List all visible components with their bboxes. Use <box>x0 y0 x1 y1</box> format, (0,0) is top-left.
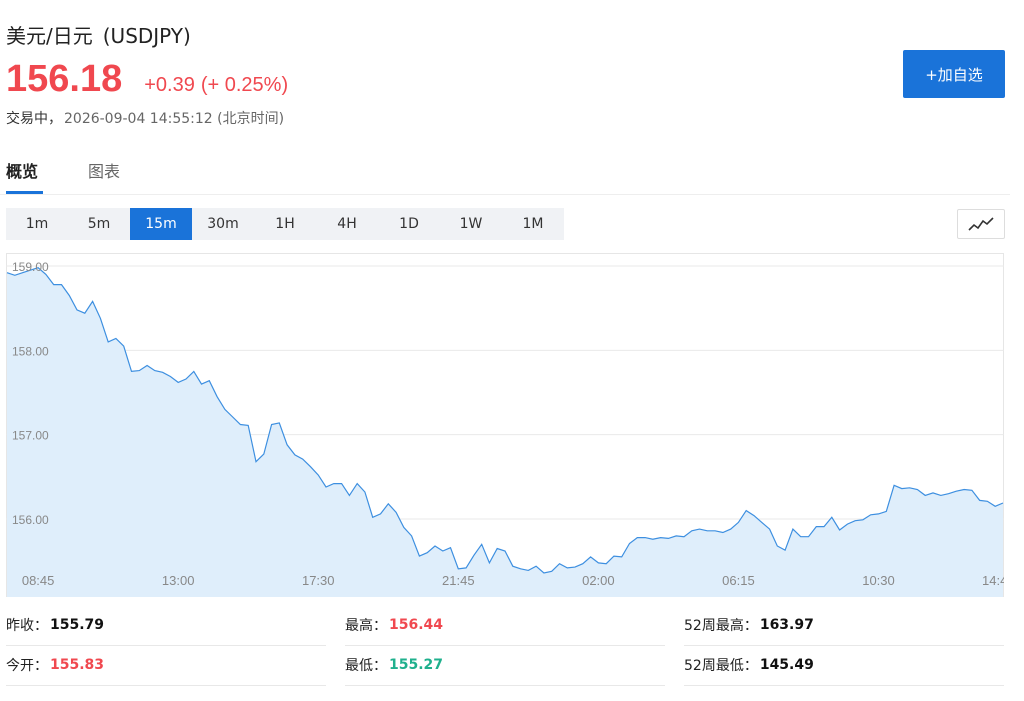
interval-1mo[interactable]: 1M <box>502 208 564 240</box>
x-tick-label: 14:4 <box>982 573 1004 588</box>
chart-type-button[interactable] <box>957 209 1005 239</box>
interval-30m[interactable]: 30m <box>192 208 254 240</box>
stat-label: 52周最高： <box>684 618 758 634</box>
x-tick-label: 21:45 <box>442 573 475 588</box>
stat-high: 最高： 156.44 <box>345 605 665 646</box>
instrument-name: 美元/日元 <box>6 24 93 48</box>
x-tick-label: 17:30 <box>302 573 335 588</box>
interval-15m[interactable]: 15m <box>130 208 192 240</box>
interval-4h[interactable]: 4H <box>316 208 378 240</box>
stat-value: 155.27 <box>389 657 444 673</box>
stat-label: 今开： <box>6 658 48 674</box>
interval-1m[interactable]: 1m <box>6 208 68 240</box>
stat-value: 156.44 <box>389 617 444 633</box>
price-row: 156.18 +0.39 (+ 0.25%) <box>6 58 288 101</box>
tab-overview[interactable]: 概览 <box>6 158 38 182</box>
stat-label: 最低： <box>345 658 387 674</box>
stat-label: 52周最低： <box>684 658 758 674</box>
stat-label: 最高： <box>345 618 387 634</box>
interval-1h[interactable]: 1H <box>254 208 316 240</box>
current-price: 156.18 <box>6 58 123 100</box>
price-chart-svg: 159.00 158.00 157.00 156.00 08:45 13:00 17:30 2… <box>6 253 1004 597</box>
price-chart[interactable]: 159.00 158.00 157.00 156.00 08:45 13:00 17:30 2… <box>6 253 1004 597</box>
instrument-code: (USDJPY) <box>102 24 191 48</box>
change-percent: (+ 0.25%) <box>200 74 289 96</box>
interval-selector: 1m 5m 15m 30m 1H 4H 1D 1W 1M <box>6 208 564 240</box>
change-value: +0.39 <box>144 74 195 96</box>
y-tick-label: 158.00 <box>12 344 49 358</box>
tab-bar: 概览 图表 <box>0 148 1010 195</box>
stat-52w-low: 52周最低： 145.49 <box>684 645 1004 686</box>
y-tick-label: 159.00 <box>12 260 49 274</box>
status-timestamp: 2026-09-04 14:55:12 (北京时间) <box>64 111 285 127</box>
stat-value: 145.49 <box>759 657 814 673</box>
price-change: +0.39 (+ 0.25%) <box>144 74 288 97</box>
x-tick-label: 02:00 <box>582 573 615 588</box>
x-tick-label: 08:45 <box>22 573 55 588</box>
stat-low: 最低： 155.27 <box>345 645 665 686</box>
stat-label: 昨收： <box>6 618 48 634</box>
interval-1d[interactable]: 1D <box>378 208 440 240</box>
trading-status: 交易中， 2026-09-04 14:55:12 (北京时间) <box>6 108 284 128</box>
y-tick-label: 157.00 <box>12 429 49 443</box>
stat-value: 155.79 <box>50 617 105 633</box>
interval-1w[interactable]: 1W <box>440 208 502 240</box>
stat-value: 155.83 <box>50 657 105 673</box>
stat-prev-close: 昨收： 155.79 <box>6 605 326 646</box>
tab-chart[interactable]: 图表 <box>88 158 120 182</box>
y-tick-label: 156.00 <box>12 513 49 527</box>
stat-value: 163.97 <box>759 617 814 633</box>
stat-open: 今开： 155.83 <box>6 645 326 686</box>
add-watchlist-button[interactable]: +加自选 <box>903 50 1005 98</box>
interval-5m[interactable]: 5m <box>68 208 130 240</box>
x-tick-label: 13:00 <box>162 573 195 588</box>
x-tick-label: 06:15 <box>722 573 755 588</box>
line-chart-icon <box>968 217 994 231</box>
status-label: 交易中， <box>6 111 62 127</box>
active-tab-indicator <box>6 191 43 194</box>
instrument-title: 美元/日元 (USDJPY) <box>6 20 191 49</box>
price-area <box>7 267 1003 597</box>
stat-52w-high: 52周最高： 163.97 <box>684 605 1004 646</box>
x-tick-label: 10:30 <box>862 573 895 588</box>
